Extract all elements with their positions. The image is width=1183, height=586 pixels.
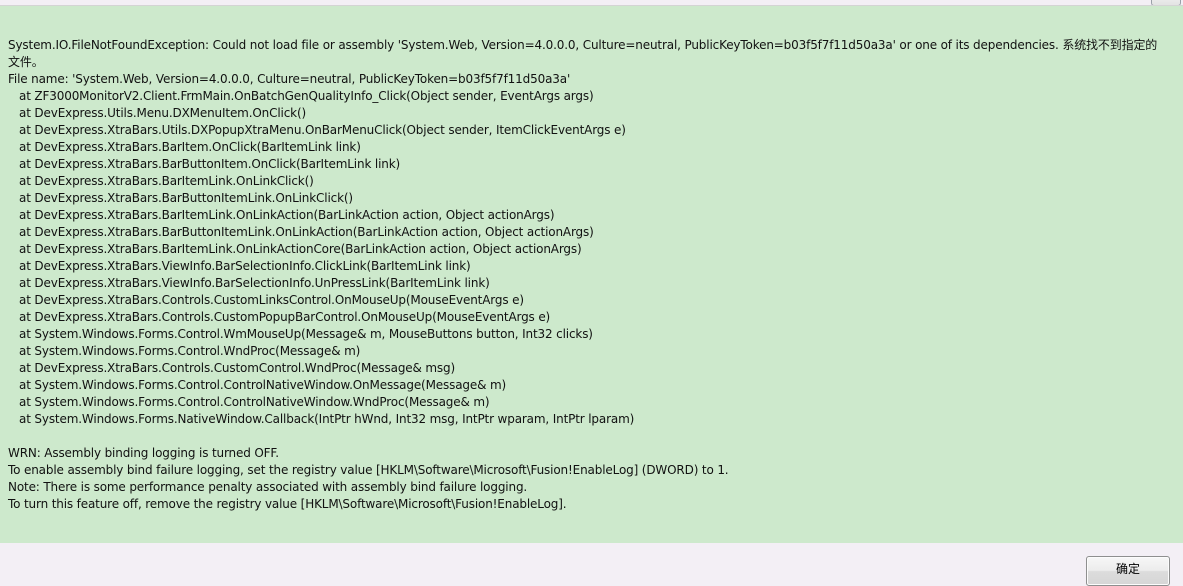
stack-frame: at DevExpress.Utils.Menu.DXMenuItem.OnCl…: [8, 106, 307, 120]
stack-frame: at DevExpress.XtraBars.Utils.DXPopupXtra…: [8, 123, 626, 137]
stack-frame: at System.Windows.Forms.Control.ControlN…: [8, 378, 507, 392]
exception-line: System.IO.FileNotFoundException: Could n…: [8, 38, 1158, 69]
stack-frame: at System.Windows.Forms.Control.WmMouseU…: [8, 327, 593, 341]
stack-frame: at DevExpress.XtraBars.BarItemLink.OnLin…: [8, 174, 314, 188]
dialog-footer: 确定: [0, 543, 1183, 586]
error-message-text: System.IO.FileNotFoundException: Could n…: [8, 37, 1168, 513]
stack-frame: at DevExpress.XtraBars.BarItemLink.OnLin…: [8, 242, 582, 256]
stack-frame: at System.Windows.Forms.Control.ControlN…: [8, 395, 490, 409]
stack-frame: at DevExpress.XtraBars.Controls.CustomCo…: [8, 361, 456, 375]
stack-frame: at DevExpress.XtraBars.BarItemLink.OnLin…: [8, 208, 555, 222]
note-line: To turn this feature off, remove the reg…: [8, 497, 567, 511]
file-name-line: File name: 'System.Web, Version=4.0.0.0,…: [8, 72, 571, 86]
stack-frame: at System.Windows.Forms.NativeWindow.Cal…: [8, 412, 635, 426]
stack-frame: at DevExpress.XtraBars.BarButtonItemLink…: [8, 191, 353, 205]
note-line: To enable assembly bind failure logging,…: [8, 463, 729, 477]
stack-frame: at DevExpress.XtraBars.BarButtonItem.OnC…: [8, 157, 401, 171]
stack-frame: at DevExpress.XtraBars.Controls.CustomLi…: [8, 293, 524, 307]
warning-line: WRN: Assembly binding logging is turned …: [8, 446, 279, 460]
note-line: Note: There is some performance penalty …: [8, 480, 528, 494]
stack-frame: at DevExpress.XtraBars.ViewInfo.BarSelec…: [8, 259, 471, 273]
error-message-panel: System.IO.FileNotFoundException: Could n…: [0, 5, 1183, 543]
stack-frame: at ZF3000MonitorV2.Client.FrmMain.OnBatc…: [8, 89, 594, 103]
stack-frame: at DevExpress.XtraBars.Controls.CustomPo…: [8, 310, 551, 324]
ok-button[interactable]: 确定: [1086, 556, 1170, 586]
stack-frame: at DevExpress.XtraBars.BarButtonItemLink…: [8, 225, 594, 239]
stack-frame: at DevExpress.XtraBars.ViewInfo.BarSelec…: [8, 276, 490, 290]
stack-frame: at DevExpress.XtraBars.BarItem.OnClick(B…: [8, 140, 361, 154]
stack-frame: at System.Windows.Forms.Control.WndProc(…: [8, 344, 361, 358]
